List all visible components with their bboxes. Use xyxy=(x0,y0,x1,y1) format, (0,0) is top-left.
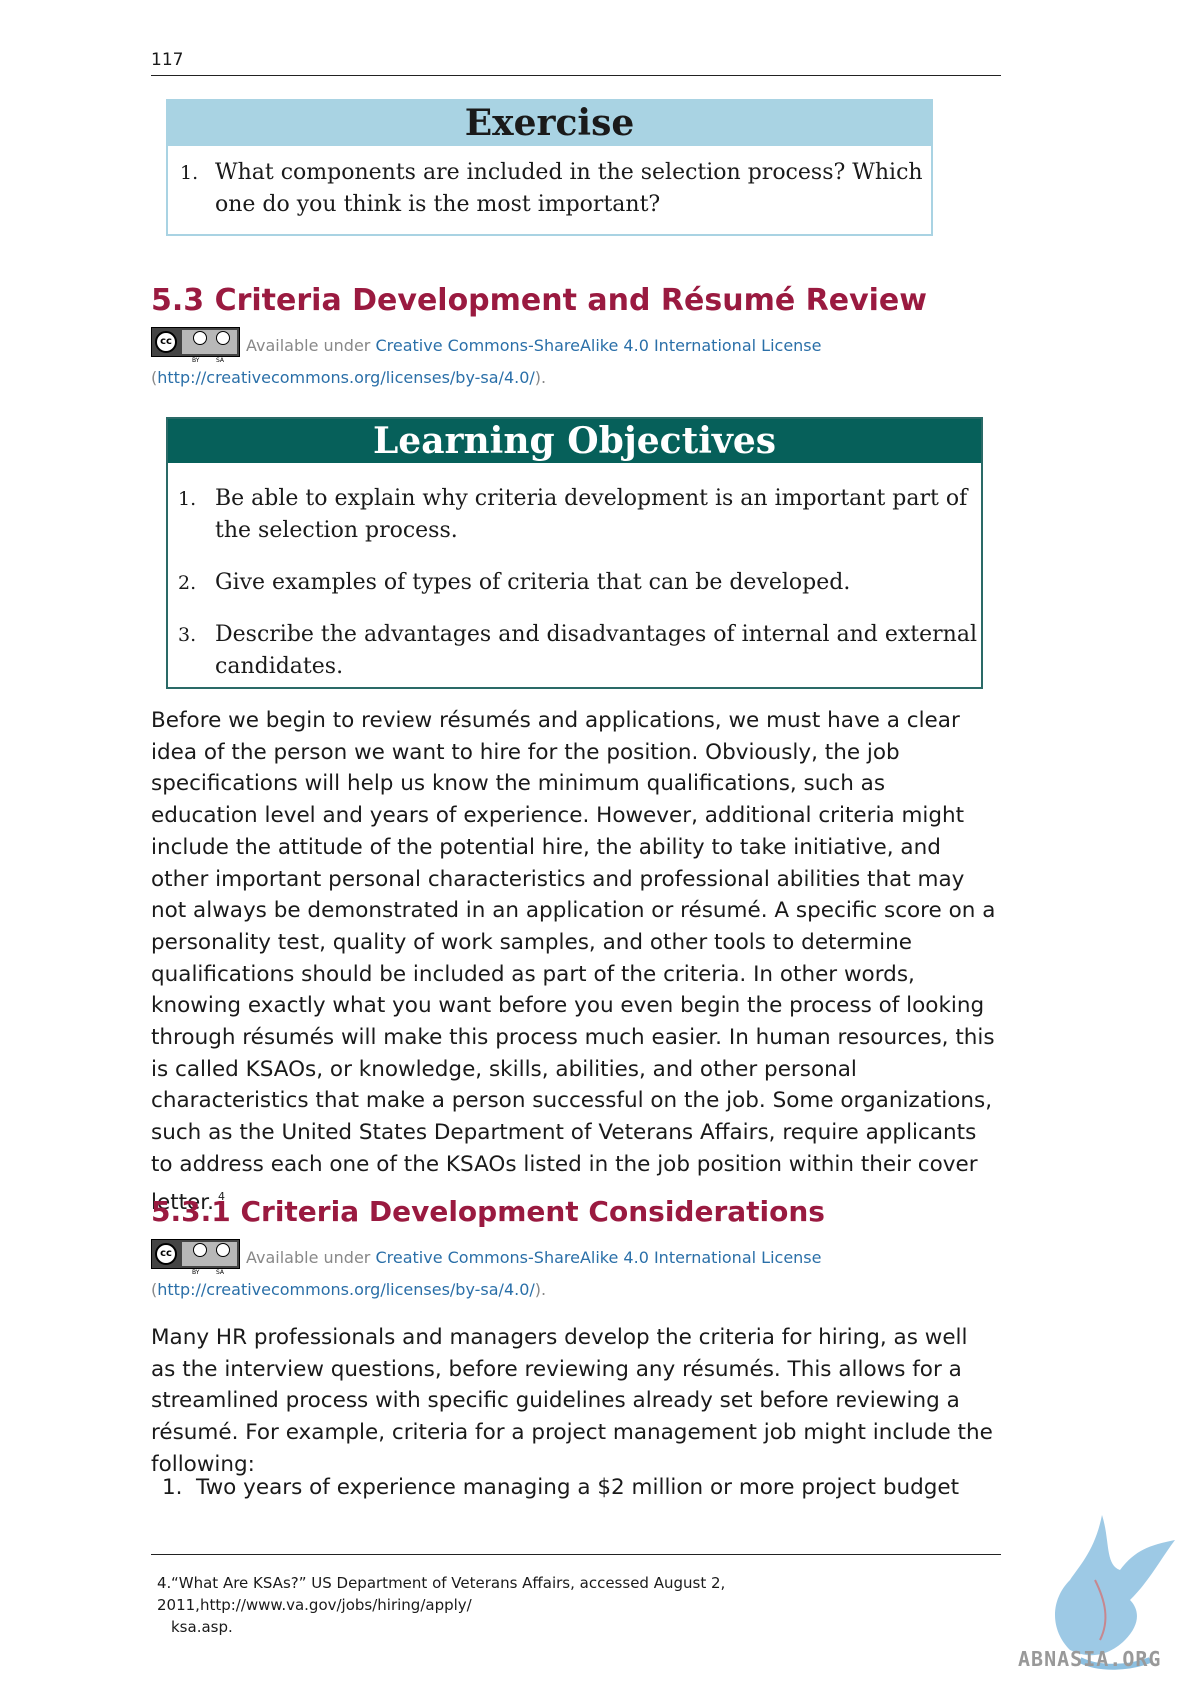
cc-by-sa-icon: cc BY SA xyxy=(151,327,240,364)
exercise-list: 1. What components are included in the s… xyxy=(168,157,931,221)
objective-text: Give examples of types of criteria that … xyxy=(215,570,851,595)
criteria-list-item: 1. Two years of experience managing a $2 … xyxy=(162,1473,959,1503)
exercise-title: Exercise xyxy=(168,101,931,146)
footnote-number: 4. xyxy=(157,1574,172,1592)
criteria-item-text: Two years of experience managing a $2 mi… xyxy=(196,1475,960,1500)
body-paragraph: Many HR professionals and managers devel… xyxy=(151,1325,993,1477)
learning-objectives-title: Learning Objectives xyxy=(168,419,981,463)
license-paren-close: ). xyxy=(534,1280,547,1299)
section-heading-5-3-1: 5.3.1 Criteria Development Consideration… xyxy=(151,1195,825,1228)
section-heading-5-3: 5.3 Criteria Development and Résumé Revi… xyxy=(151,283,927,318)
license-paren-close: ). xyxy=(534,368,547,387)
license-notice: cc BY SA Available under Creative Common… xyxy=(151,327,951,394)
body-paragraph: Before we begin to review résumés and ap… xyxy=(151,705,996,1218)
license-url-link[interactable]: http://creativecommons.org/licenses/by-s… xyxy=(157,1280,535,1299)
exercise-item-text: What components are included in the sele… xyxy=(215,160,923,217)
license-url-link[interactable]: http://creativecommons.org/licenses/by-s… xyxy=(157,368,535,387)
footnote-line-2: ksa.asp. xyxy=(171,1618,233,1636)
objective-number: 2. xyxy=(178,572,197,594)
learning-objective-item: 1. Be able to explain why criteria devel… xyxy=(168,483,981,547)
exercise-box: Exercise 1. What components are included… xyxy=(166,99,933,236)
footnote-line-1: “What Are KSAs?” US Department of Vetera… xyxy=(157,1574,726,1614)
footnote: 4.“What Are KSAs?” US Department of Vete… xyxy=(157,1572,997,1638)
license-prefix: Available under xyxy=(246,336,376,355)
exercise-item-number: 1. xyxy=(180,162,199,184)
criteria-item-number: 1. xyxy=(162,1475,183,1500)
page-number: 117 xyxy=(151,50,184,70)
license-notice: cc BY SA Available under Creative Common… xyxy=(151,1239,951,1306)
objective-number: 3. xyxy=(178,624,197,646)
exercise-item: 1. What components are included in the s… xyxy=(168,157,931,221)
objective-text: Be able to explain why criteria developm… xyxy=(215,486,968,543)
license-prefix: Available under xyxy=(246,1248,376,1267)
objective-text: Describe the advantages and disadvantage… xyxy=(215,622,977,679)
footnote-rule xyxy=(151,1554,1001,1555)
learning-objective-item: 3. Describe the advantages and disadvant… xyxy=(168,619,981,683)
license-link[interactable]: Creative Commons-ShareAlike 4.0 Internat… xyxy=(375,1248,821,1267)
license-link[interactable]: Creative Commons-ShareAlike 4.0 Internat… xyxy=(375,336,821,355)
header-rule xyxy=(151,75,1001,76)
cc-by-sa-icon: cc BY SA xyxy=(151,1239,240,1276)
learning-objectives-box: Learning Objectives 1. Be able to explai… xyxy=(166,417,983,689)
learning-objectives-list: 1. Be able to explain why criteria devel… xyxy=(168,483,981,683)
objective-number: 1. xyxy=(178,488,197,510)
learning-objective-item: 2. Give examples of types of criteria th… xyxy=(168,567,981,599)
watermark-text: ABNASIA.ORG xyxy=(1018,1647,1162,1671)
paragraph-text: Before we begin to review résumés and ap… xyxy=(151,708,996,1215)
